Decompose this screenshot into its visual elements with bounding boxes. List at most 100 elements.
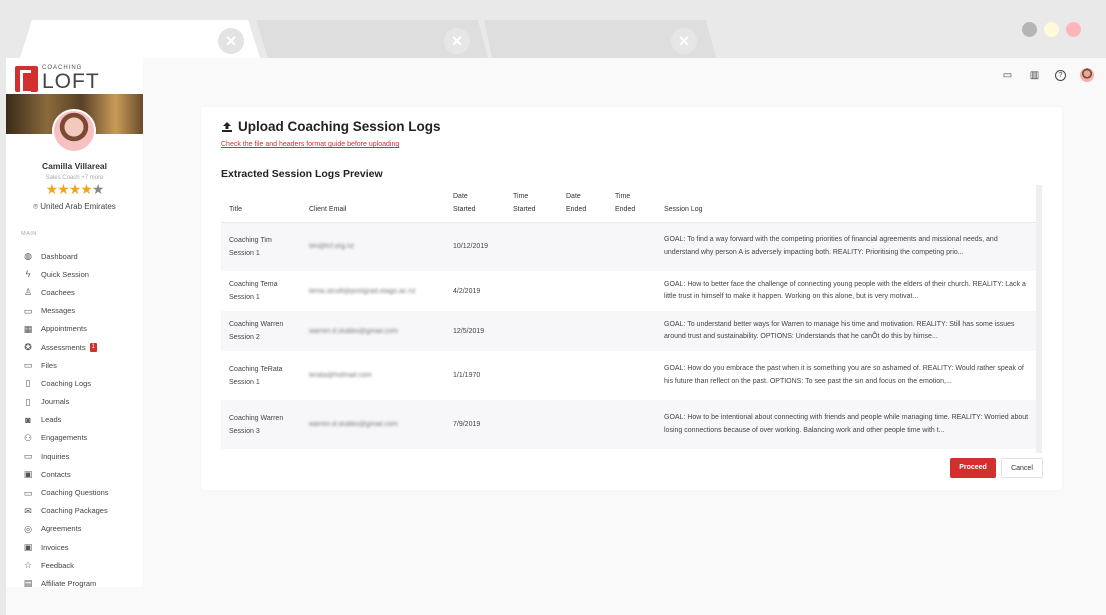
cell-time-started [505, 400, 558, 449]
browser-tab-3[interactable]: × [478, 20, 716, 58]
sidebar-item-affiliate-program[interactable]: ▤ Affiliate Program [6, 574, 143, 592]
sidebar-item-contacts[interactable]: ▣ Contacts [6, 465, 143, 483]
sidebar-item-assessments[interactable]: ✪ Assessments 1 [6, 338, 143, 356]
sidebar-item-label: Feedback [41, 560, 74, 570]
sidebar-item-coaching-questions[interactable]: ▭ Coaching Questions [6, 483, 143, 501]
table-row[interactable]: Coaching Tim Session 1 tim@tcf.org.nz 10/… [221, 222, 1037, 271]
header-actions: ▭ ▥ ? [1001, 68, 1094, 82]
logo[interactable]: COACHING LOFT [15, 62, 100, 94]
table-scrollbar[interactable] [1036, 185, 1042, 453]
dashboard-icon: ◍ [24, 251, 32, 262]
browser-tab-1[interactable]: × [20, 20, 260, 58]
star-icon: ☆ [23, 560, 33, 571]
sidebar-item-coaching-logs[interactable]: ▯ Coaching Logs [6, 374, 143, 392]
table-row[interactable]: Coaching Warren Session 3 warren.d.stubbs… [221, 400, 1037, 449]
user-avatar[interactable] [1080, 68, 1094, 82]
cell-date-ended [558, 400, 607, 449]
cell-time-ended [607, 271, 656, 311]
sidebar-item-quick-session[interactable]: ϟ Quick Session [6, 265, 143, 283]
cell-title: Coaching Tema Session 1 [221, 271, 301, 311]
sidebar-item-leads[interactable]: ◙ Leads [6, 411, 143, 429]
profile-avatar[interactable] [52, 109, 96, 153]
messages-icon[interactable]: ▭ [1001, 70, 1014, 81]
sidebar-item-coaching-packages[interactable]: ✉ Coaching Packages [6, 502, 143, 520]
upload-icon [222, 121, 232, 132]
sidebar-item-journals[interactable]: ▯ Journals [6, 393, 143, 411]
sidebar-item-files[interactable]: ▭ Files [6, 356, 143, 374]
sidebar-item-label: Coaching Packages [41, 506, 108, 516]
sidebar-item-feedback[interactable]: ☆ Feedback [6, 556, 143, 574]
sidebar-item-coachees[interactable]: ♙ Coachees [6, 283, 143, 301]
cell-session-log: GOAL: To understand better ways for Warr… [664, 320, 1015, 341]
column-header-date-ended[interactable]: Date Ended [558, 189, 607, 223]
lightning-icon: ϟ [25, 269, 31, 280]
handshake-icon: ◎ [24, 523, 32, 534]
lead-icon: ◙ [25, 414, 31, 425]
window-maximize-button[interactable] [1044, 22, 1059, 37]
sidebar-item-appointments[interactable]: ▦ Appointments [6, 320, 143, 338]
tab-close-icon[interactable]: × [671, 28, 697, 54]
session-logs-table-container: Title Client Email Date Started Time Start… [221, 189, 1037, 449]
cell-time-started [505, 271, 558, 311]
column-header-time-started[interactable]: Time Started [505, 189, 558, 223]
cancel-button[interactable]: Cancel [1001, 458, 1043, 478]
cell-time-ended [607, 222, 656, 271]
column-header-date-started[interactable]: Date Started [445, 189, 505, 223]
upload-card: Upload Coaching Session Logs Check the f… [201, 107, 1062, 490]
sidebar-item-label: Appointments [41, 324, 87, 334]
tab-close-icon[interactable]: × [218, 28, 244, 54]
tab-close-icon[interactable]: × [444, 28, 470, 54]
window-close-button[interactable] [1066, 22, 1081, 37]
browser-tab-2[interactable]: × [256, 20, 488, 58]
sidebar-item-label: Leads [41, 415, 62, 425]
column-header-session-log[interactable]: Session Log [656, 189, 1037, 223]
money-icon: ▣ [23, 542, 33, 553]
gift-icon: ▤ [23, 578, 33, 589]
column-header-title[interactable]: Title [221, 189, 301, 223]
cell-date-started: 12/5/2019 [453, 327, 485, 335]
sidebar-item-agreements[interactable]: ◎ Agreements [6, 520, 143, 538]
email-text: warren.d.stubbs@gmail.com [309, 421, 398, 428]
rating-stars: ★★★★★ [6, 181, 143, 198]
title-line: Coaching Warren [229, 321, 284, 328]
cell-date-ended [558, 222, 607, 271]
logo-big-text: LOFT [42, 70, 100, 93]
title-line: Session 3 [229, 427, 260, 435]
header-label: Date [566, 192, 581, 200]
cell-date-started: 7/9/2019 [453, 421, 481, 428]
group-icon: ⚇ [23, 432, 33, 443]
table-row[interactable]: Coaching Warren Session 2 warren.d.stubbs… [221, 311, 1037, 351]
window-minimize-button[interactable] [1022, 22, 1037, 37]
sidebar: COACHING LOFT Camilla Villareal Sales Co… [6, 58, 143, 588]
column-header-client-email[interactable]: Client Email [301, 189, 445, 223]
sidebar-item-dashboard[interactable]: ◍ Dashboard [6, 247, 143, 265]
sidebar-item-label: Engagements [41, 433, 88, 443]
header-label: Client Email [309, 205, 347, 213]
sidebar-item-label: Dashboard [41, 251, 78, 261]
cell-date-ended [558, 351, 607, 400]
sidebar-item-messages[interactable]: ▭ Messages [6, 302, 143, 320]
header-label: Ended [615, 205, 636, 213]
email-text: tema.stcutt@postgrad.otago.ac.nz [309, 287, 416, 295]
sidebar-item-engagements[interactable]: ⚇ Engagements [6, 429, 143, 447]
sidebar-item-label: Coachees [41, 287, 75, 297]
users-icon: ♙ [23, 287, 33, 298]
table-row[interactable]: Coaching TeRata Session 1 terata@hotmail.… [221, 351, 1037, 400]
proceed-button[interactable]: Proceed [950, 458, 996, 478]
sidebar-item-invoices[interactable]: ▣ Invoices [6, 538, 143, 556]
cell-date-ended [558, 271, 607, 311]
column-header-time-ended[interactable]: Time Ended [607, 189, 656, 223]
table-row[interactable]: Coaching Tema Session 1 tema.stcutt@postg… [221, 271, 1037, 311]
contacts-icon: ▣ [23, 469, 33, 480]
sidebar-item-label: Journals [41, 397, 70, 407]
book-icon[interactable]: ▥ [1028, 70, 1041, 81]
help-icon[interactable]: ? [1055, 69, 1066, 81]
format-guide-link[interactable]: Check the file and headers format guide … [221, 141, 399, 148]
question-bubble-icon: ▭ [23, 487, 33, 498]
cell-email: terata@hotmail.com [301, 351, 445, 400]
cell-session-log: GOAL: How do you embrace the past when i… [664, 365, 1024, 385]
cell-date-started: 4/2/2019 [453, 287, 481, 295]
sidebar-item-label: Assessments [41, 342, 86, 352]
sidebar-item-inquiries[interactable]: ▭ Inquiries [6, 447, 143, 465]
email-text: terata@hotmail.com [309, 372, 372, 379]
